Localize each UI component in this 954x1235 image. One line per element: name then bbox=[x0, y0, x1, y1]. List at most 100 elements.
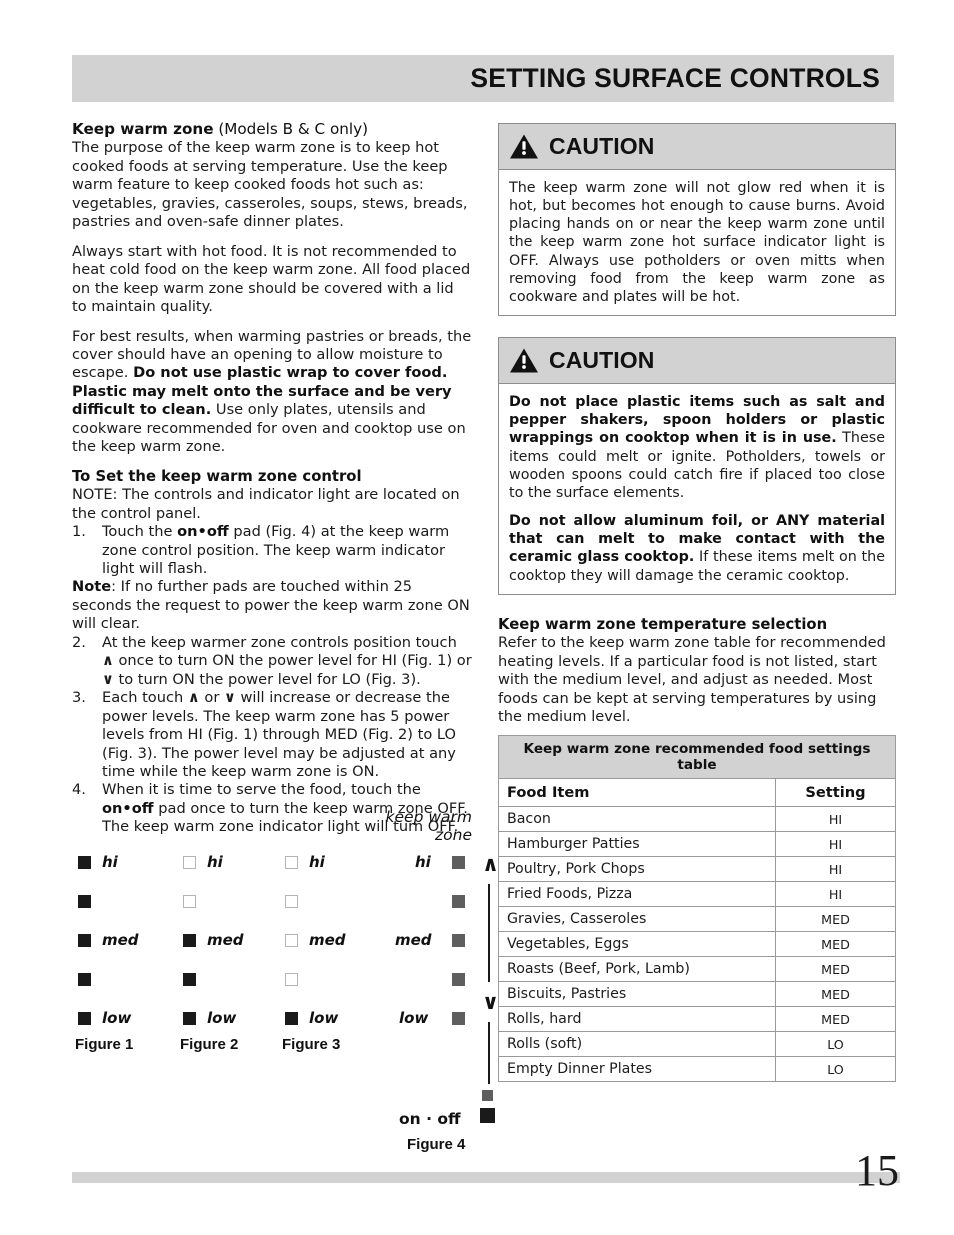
level-label-hi: hi bbox=[102, 853, 118, 871]
indicator-square bbox=[183, 856, 196, 869]
indicator-square bbox=[285, 856, 298, 869]
caution-2-p1-bold: Do not place plastic items such as salt … bbox=[509, 394, 885, 447]
table-title: Keep warm zone recommended food settings… bbox=[498, 735, 896, 780]
table-row: Rolls, hard MED bbox=[498, 1006, 896, 1033]
steps-list: 1. Touch the on•off pad (Fig. 4) at the k… bbox=[72, 523, 472, 578]
down-arrow-icon[interactable]: ∨ bbox=[482, 992, 499, 1013]
caution-header: CAUTION bbox=[499, 124, 895, 170]
right-column: CAUTION The keep warm zone will not glow… bbox=[498, 123, 896, 1083]
indicator-square bbox=[78, 856, 91, 869]
slider-track-upper bbox=[488, 884, 490, 982]
note-25-seconds: Note: If no further pads are touched wit… bbox=[72, 578, 472, 633]
zone-label-line-1: keep warm bbox=[385, 808, 472, 826]
column-header-setting: Setting bbox=[775, 778, 896, 808]
level-label-med: med bbox=[207, 931, 244, 949]
onoff-pad-square[interactable] bbox=[480, 1108, 495, 1123]
cell-food-item: Bacon bbox=[498, 806, 776, 833]
indicator-square bbox=[78, 973, 91, 986]
indicator-square bbox=[78, 895, 91, 908]
table-row: Fried Foods, Pizza HI bbox=[498, 881, 896, 908]
keep-warm-zone-label: keep warm zone bbox=[367, 808, 472, 845]
indicator-square bbox=[452, 973, 465, 986]
level-label-low: low bbox=[309, 1009, 339, 1027]
cell-setting: LO bbox=[775, 1031, 896, 1058]
cell-food-item: Rolls (soft) bbox=[498, 1031, 776, 1058]
caution-label: CAUTION bbox=[549, 347, 655, 374]
indicator-square bbox=[285, 973, 298, 986]
cell-food-item: Rolls, hard bbox=[498, 1006, 776, 1033]
table-row: Bacon HI bbox=[498, 806, 896, 833]
level-label-low: low bbox=[207, 1009, 237, 1027]
step2-text-c: to turn ON the power level for LO (Fig. … bbox=[113, 670, 421, 688]
up-arrow-icon[interactable]: ∧ bbox=[482, 854, 499, 875]
onoff-pad-label[interactable]: on · off bbox=[399, 1110, 461, 1128]
table-row: Biscuits, Pastries MED bbox=[498, 981, 896, 1008]
caution-header: CAUTION bbox=[499, 338, 895, 385]
cell-food-item: Empty Dinner Plates bbox=[498, 1056, 776, 1083]
step-item-3: 3. Each touch ∧ or ∨ will increase or dec… bbox=[72, 689, 472, 781]
figure-4-caption: Figure 4 bbox=[407, 1136, 466, 1153]
step-item-2: 2. At the keep warmer zone controls posit… bbox=[72, 634, 472, 689]
caution-box-plastic-items: CAUTION Do not place plastic items such … bbox=[498, 337, 896, 595]
step4-text-a: When it is time to serve the food, touch… bbox=[102, 781, 421, 799]
temperature-selection-heading: Keep warm zone temperature selection bbox=[498, 615, 828, 633]
paragraph-hot-food: Always start with hot food. It is not re… bbox=[72, 242, 471, 316]
indicator-square bbox=[183, 973, 196, 986]
column-header-food-item: Food Item bbox=[498, 778, 776, 808]
cell-food-item: Vegetables, Eggs bbox=[498, 931, 776, 958]
paragraph-best-results: For best results, when warming pastries … bbox=[72, 328, 472, 457]
level-label-med: med bbox=[309, 931, 346, 949]
figure-3-caption: Figure 3 bbox=[282, 1036, 341, 1053]
caution-body: Do not place plastic items such as salt … bbox=[499, 384, 895, 594]
cell-setting: HI bbox=[775, 831, 896, 858]
caution-label: CAUTION bbox=[549, 133, 655, 159]
cell-setting: HI bbox=[775, 881, 896, 908]
down-chevron-icon: ∨ bbox=[223, 689, 236, 707]
cell-setting: MED bbox=[775, 981, 896, 1008]
to-set-control-heading: To Set the keep warm zone control bbox=[72, 467, 362, 485]
steps-list-rest: 2. At the keep warmer zone controls posit… bbox=[72, 634, 472, 837]
figure-2-caption: Figure 2 bbox=[180, 1036, 239, 1053]
table-row: Vegetables, Eggs MED bbox=[498, 931, 896, 958]
caution-box-burn-hazard: CAUTION The keep warm zone will not glow… bbox=[498, 123, 896, 317]
cell-food-item: Gravies, Casseroles bbox=[498, 906, 776, 933]
note-label: Note bbox=[72, 578, 112, 596]
indicator-square bbox=[452, 1012, 465, 1025]
level-label-hi: hi bbox=[415, 853, 431, 871]
indicator-square bbox=[285, 934, 298, 947]
cell-setting: MED bbox=[775, 956, 896, 983]
table-row: Roasts (Beef, Pork, Lamb) MED bbox=[498, 956, 896, 983]
table-row: Hamburger Patties HI bbox=[498, 831, 896, 858]
level-label-hi: hi bbox=[207, 853, 223, 871]
caution-body: The keep warm zone will not glow red whe… bbox=[499, 170, 895, 315]
cell-food-item: Poultry, Pork Chops bbox=[498, 856, 776, 883]
level-label-low: low bbox=[399, 1009, 429, 1027]
caution-1-text: The keep warm zone will not glow red whe… bbox=[509, 180, 885, 305]
page-number: 15 bbox=[855, 1146, 899, 1195]
step-number-4: 4. bbox=[72, 781, 86, 799]
table-row: Gravies, Casseroles MED bbox=[498, 906, 896, 933]
step2-text-a: At the keep warmer zone controls positio… bbox=[102, 633, 457, 651]
indicator-square bbox=[452, 934, 465, 947]
indicator-square bbox=[183, 895, 196, 908]
indicator-square bbox=[285, 1012, 298, 1025]
note-controls-location: NOTE: The controls and indicator light a… bbox=[72, 486, 460, 522]
cell-setting: LO bbox=[775, 1056, 896, 1083]
cell-food-item: Roasts (Beef, Pork, Lamb) bbox=[498, 956, 776, 983]
level-label-low: low bbox=[102, 1009, 132, 1027]
step-number-1: 1. bbox=[72, 523, 86, 541]
zone-label-line-2: zone bbox=[435, 826, 472, 845]
indicator-square bbox=[452, 856, 465, 869]
table-title-row: Keep warm zone recommended food settings… bbox=[498, 735, 896, 780]
cell-food-item: Biscuits, Pastries bbox=[498, 981, 776, 1008]
step-number-3: 3. bbox=[72, 689, 86, 707]
cell-setting: HI bbox=[775, 856, 896, 883]
figure-1-caption: Figure 1 bbox=[75, 1036, 134, 1053]
cell-setting: MED bbox=[775, 931, 896, 958]
document-page: SETTING SURFACE CONTROLS Keep warm zone … bbox=[0, 0, 954, 1235]
page-title: SETTING SURFACE CONTROLS bbox=[470, 63, 880, 93]
step1-onoff-bold: on•off bbox=[177, 523, 229, 541]
temperature-selection-body: Refer to the keep warm zone table for re… bbox=[498, 634, 886, 725]
keep-warm-zone-heading: Keep warm zone (Models B & C only) bbox=[72, 120, 472, 139]
table-row: Rolls (soft) LO bbox=[498, 1031, 896, 1058]
